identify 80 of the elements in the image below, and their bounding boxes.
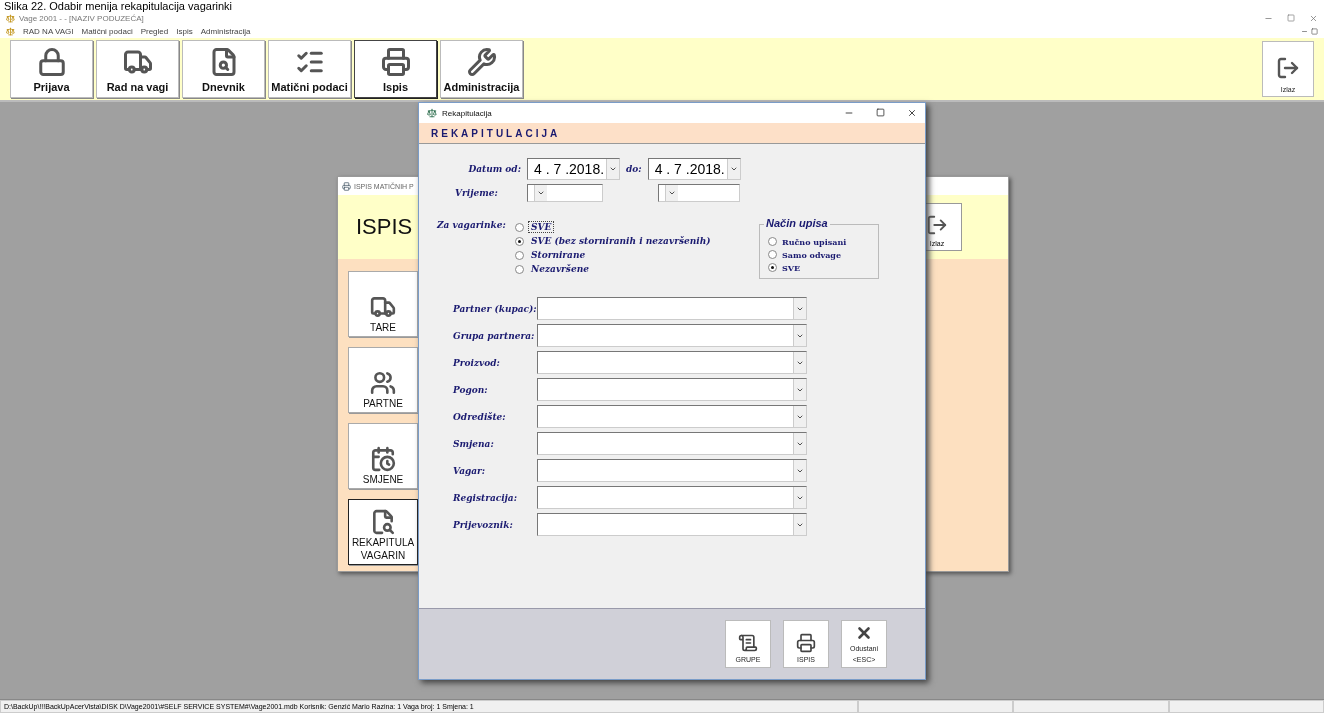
printer-icon	[380, 47, 411, 77]
menu-button[interactable]: TARE	[348, 271, 418, 337]
menu-item[interactable]: Ispis	[176, 26, 193, 36]
radio-button[interactable]	[515, 250, 524, 260]
truck-icon	[370, 294, 396, 320]
group-title: Način upisa	[764, 217, 830, 229]
field-label: Pogon:	[453, 384, 489, 395]
field-label: do:	[626, 164, 642, 174]
menu-button[interactable]: PARTNE	[348, 347, 418, 413]
menu-button[interactable]: SMJENE	[348, 423, 418, 489]
heading: ISPIS	[356, 214, 413, 240]
dropdown-field[interactable]	[537, 486, 807, 509]
option-label: Samo odvage	[782, 249, 841, 260]
field-label: Vrijeme:	[455, 188, 499, 198]
field-label: Datum od:	[467, 164, 521, 174]
menu-item[interactable]: Matični podaci	[81, 26, 133, 36]
dropdown-field[interactable]	[537, 297, 807, 320]
exit-icon	[1276, 56, 1300, 80]
app-icon	[6, 26, 15, 36]
time-dropdown[interactable]	[527, 184, 603, 202]
dropdown-field[interactable]	[537, 432, 807, 455]
close-icon	[855, 624, 873, 642]
restore-icon[interactable]	[1287, 13, 1295, 22]
app-icon	[6, 13, 15, 23]
menu-item[interactable]: Administracija	[200, 26, 251, 36]
menu-button[interactable]: REKAPITULA VAGARIN	[348, 499, 418, 565]
wrench-icon	[466, 47, 497, 77]
dropdown-field[interactable]	[537, 459, 807, 482]
calendar-clock-icon	[370, 446, 396, 472]
exit-icon	[926, 214, 948, 236]
printer-icon	[796, 633, 816, 653]
field-label: Odredište:	[453, 411, 507, 422]
caption-text: Slika 22. Odabir menija rekapitulacija vagarinki	[3, 0, 234, 12]
option-label: Stornirane	[530, 250, 587, 260]
field-label: Registracija:	[453, 492, 519, 503]
toolbar-button[interactable]: Administracija	[440, 40, 523, 98]
radio-button[interactable]	[515, 222, 524, 232]
radio-button[interactable]	[768, 263, 777, 272]
dropdown-field[interactable]	[537, 351, 807, 374]
option-label: SVE	[782, 262, 801, 273]
radio-button[interactable]	[768, 237, 777, 246]
dropdown-field[interactable]	[537, 324, 807, 347]
dropdown-field[interactable]	[537, 378, 807, 401]
dropdown-field[interactable]	[537, 405, 807, 428]
maximize-icon[interactable]	[876, 108, 885, 117]
dialog-title: Rekapitulacija	[442, 108, 492, 118]
option-label: SVE	[529, 222, 554, 232]
radio-button[interactable]	[515, 264, 524, 274]
toolbar-button[interactable]: Matični podaci	[268, 40, 351, 98]
dialog-header: REKAPITULACIJA	[419, 123, 925, 144]
window-title: Vage 2001 - - [NAZIV PODUZEĆA]	[19, 13, 144, 23]
document-search-icon	[370, 509, 396, 535]
option-label: Ručno upisani	[782, 236, 847, 247]
radio-button[interactable]	[515, 236, 524, 246]
toolbar-button[interactable]: Rad na vagi	[96, 40, 179, 98]
field-label: Za vagarinke:	[437, 220, 507, 230]
field-label: Prijevoznik:	[453, 519, 514, 530]
toolbar-button[interactable]: Ispis	[354, 40, 437, 98]
toolbar-button[interactable]: Prijava	[10, 40, 93, 98]
option-label: SVE (bez storniranih i nezavršenih)	[530, 236, 712, 246]
radio-button[interactable]	[768, 250, 777, 259]
menu-item[interactable]: Pregled	[140, 26, 169, 36]
lock-icon	[36, 47, 67, 77]
field-label: Vagar:	[453, 465, 487, 476]
users-icon	[370, 370, 396, 396]
menu-item[interactable]: RAD NA VAGI	[23, 26, 74, 36]
dropdown-field[interactable]	[537, 513, 807, 536]
scale-icon	[427, 108, 437, 118]
time-dropdown[interactable]	[658, 184, 740, 202]
date-picker[interactable]: 4 . 7 .2018.	[527, 158, 620, 180]
option-label: Nezavršene	[530, 264, 590, 274]
field-label: Grupa partnera:	[453, 330, 533, 341]
date-picker[interactable]: 4 . 7 .2018.	[647, 158, 741, 180]
restore-icon[interactable]	[1311, 27, 1318, 35]
field-label: Smjena:	[453, 438, 495, 449]
close-icon[interactable]	[907, 108, 917, 118]
printer-icon	[342, 181, 351, 191]
scroll-icon	[738, 633, 758, 653]
toolbar-button[interactable]: Dnevnik	[182, 40, 265, 98]
field-label: Proizvod:	[453, 357, 501, 368]
